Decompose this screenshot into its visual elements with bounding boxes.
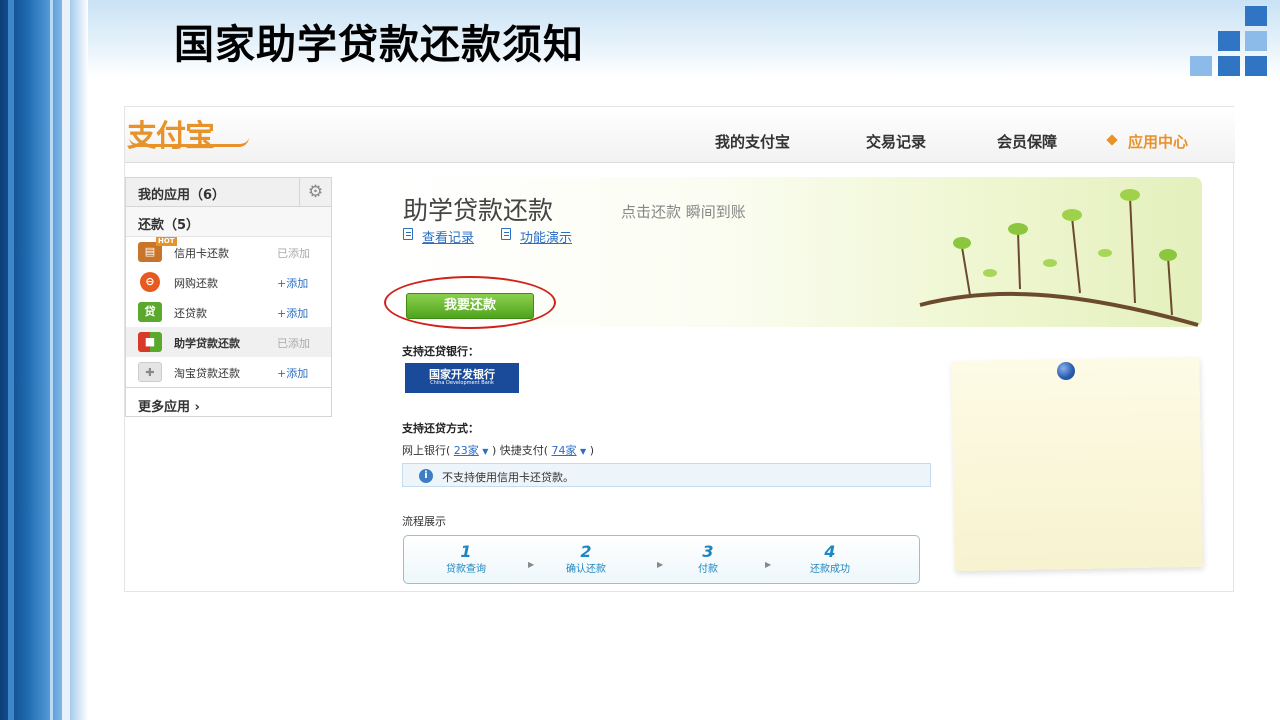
decoration-square xyxy=(1245,6,1267,26)
left-decoration-bar xyxy=(0,0,88,720)
step-label: 还款成功 xyxy=(810,564,850,575)
gear-icon[interactable]: ⚙ xyxy=(299,178,331,207)
sidebar-item-label: 助学贷款还款 xyxy=(174,337,240,350)
sidebar-item-label: 信用卡还款 xyxy=(174,247,229,260)
notice-text: 不支持使用信用卡还贷款。 xyxy=(442,471,574,484)
top-navbar: 支付宝 我的支付宝 交易记录 会员保障 应用中心 xyxy=(125,107,1235,163)
added-status: 已添加 xyxy=(277,247,310,260)
step-number: 1 xyxy=(460,542,472,561)
quick-pay-count-link[interactable]: 74家 xyxy=(552,444,577,457)
sidebar-item-loan[interactable]: 贷 还贷款 +添加 xyxy=(126,297,331,327)
nav-transactions[interactable]: 交易记录 xyxy=(866,131,926,152)
slide: 国家助学贷款还款须知 支付宝 我的支付宝 交易记录 会员保障 应用中心 我的应用… xyxy=(0,0,1280,720)
step-label: 确认还款 xyxy=(566,564,606,575)
sticky-note xyxy=(951,356,1203,572)
repay-button[interactable]: 我要还款 xyxy=(406,293,534,319)
nav-member-protection[interactable]: 会员保障 xyxy=(997,131,1057,152)
sidebar-item-taobao-loan[interactable]: ✚ 淘宝贷款还款 +添加 xyxy=(126,357,331,387)
decoration-stripe xyxy=(50,0,53,720)
view-records-link[interactable]: 查看记录 xyxy=(422,227,474,246)
arrow-right-icon: ▶ xyxy=(765,560,772,569)
decoration-stripe xyxy=(8,0,14,720)
arrow-right-icon: ▶ xyxy=(528,560,535,569)
added-status: 已添加 xyxy=(277,337,310,350)
decoration-square xyxy=(1218,31,1240,51)
flow-label: 流程展示 xyxy=(402,515,446,528)
add-button[interactable]: +添加 xyxy=(277,305,308,321)
more-apps-label: 更多应用 › xyxy=(138,400,200,415)
payment-methods: 网上银行( 23家 ▼ ) 快捷支付( 74家 ▼ ) xyxy=(402,442,594,458)
process-flow: 1 贷款查询 ▶ 2 确认还款 ▶ 3 付款 ▶ 4 还款成功 xyxy=(403,535,920,584)
sidebar-section: 还款（5） xyxy=(126,207,331,237)
supported-banks-label: 支持还贷银行： xyxy=(402,345,479,358)
slide-title: 国家助学贷款还款须知 xyxy=(174,21,584,68)
shopping-icon: ⊖ xyxy=(140,272,160,292)
decoration-square xyxy=(1190,56,1212,76)
methods-text: 网上银行( xyxy=(402,444,451,457)
add-button[interactable]: +添加 xyxy=(277,365,308,381)
decoration-square xyxy=(1218,56,1240,76)
banner-subtitle: 点击还款 瞬间到账 xyxy=(621,203,746,221)
banner-title: 助学贷款还款 xyxy=(403,196,554,225)
decoration-square xyxy=(1245,31,1267,51)
step-label: 付款 xyxy=(698,564,718,575)
sidebar-item-label: 还贷款 xyxy=(174,307,207,320)
student-loan-icon: ■ xyxy=(138,332,162,352)
loan-icon: 贷 xyxy=(138,302,162,322)
arrow-right-icon: ▶ xyxy=(657,560,664,569)
step-number: 4 xyxy=(824,542,836,561)
alipay-screenshot: 支付宝 我的支付宝 交易记录 会员保障 应用中心 我的应用（6） ⚙ 还款（5）… xyxy=(124,106,1235,592)
alipay-logo[interactable]: 支付宝 xyxy=(127,111,215,155)
cdb-bank-logo: 国家开发银行 China Development Bank xyxy=(405,363,519,393)
my-apps-label: 我的应用（6） xyxy=(138,188,226,203)
sidebar-header: 我的应用（6） ⚙ xyxy=(126,178,331,207)
tree-branch-illustration xyxy=(919,189,1199,327)
decoration-square xyxy=(1245,56,1267,76)
supported-methods-label: 支持还贷方式： xyxy=(402,422,479,435)
nav-app-center[interactable]: 应用中心 xyxy=(1128,131,1188,152)
methods-text: ) xyxy=(589,444,594,457)
dropdown-arrow-icon[interactable]: ▼ xyxy=(580,447,586,456)
demo-link[interactable]: 功能演示 xyxy=(520,227,572,246)
sidebar-item-credit-card[interactable]: ▤ HOT 信用卡还款 已添加 xyxy=(126,237,331,267)
bank-name-en: China Development Bank xyxy=(430,380,494,386)
repayment-section-label: 还款（5） xyxy=(138,218,200,233)
sidebar-item-label: 淘宝贷款还款 xyxy=(174,367,240,380)
info-icon: i xyxy=(419,469,433,483)
step-number: 3 xyxy=(702,542,714,561)
step-label: 贷款查询 xyxy=(446,564,486,575)
nav-my-alipay[interactable]: 我的支付宝 xyxy=(715,131,790,152)
step-number: 2 xyxy=(580,542,592,561)
sidebar: 我的应用（6） ⚙ 还款（5） ▤ HOT 信用卡还款 已添加 ⊖ 网购还款 +… xyxy=(125,177,332,417)
sidebar-item-student-loan[interactable]: ■ 助学贷款还款 已添加 xyxy=(126,327,331,357)
document-icon xyxy=(403,228,413,240)
document-icon xyxy=(501,228,511,240)
logo-swoosh xyxy=(129,137,249,147)
diamond-icon xyxy=(1106,134,1118,146)
dropdown-arrow-icon[interactable]: ▼ xyxy=(482,447,488,456)
notice-box: i 不支持使用信用卡还贷款。 xyxy=(402,463,931,487)
online-bank-count-link[interactable]: 23家 xyxy=(454,444,479,457)
puzzle-icon: ✚ xyxy=(138,362,162,382)
more-apps-link[interactable]: 更多应用 › xyxy=(126,387,331,417)
pushpin-icon xyxy=(1057,362,1075,380)
methods-text: ) 快捷支付( xyxy=(491,444,549,457)
decoration-stripe xyxy=(62,0,70,720)
sidebar-item-label: 网购还款 xyxy=(174,277,218,290)
sidebar-item-online-shopping[interactable]: ⊖ 网购还款 +添加 xyxy=(126,267,331,297)
add-button[interactable]: +添加 xyxy=(277,275,308,291)
